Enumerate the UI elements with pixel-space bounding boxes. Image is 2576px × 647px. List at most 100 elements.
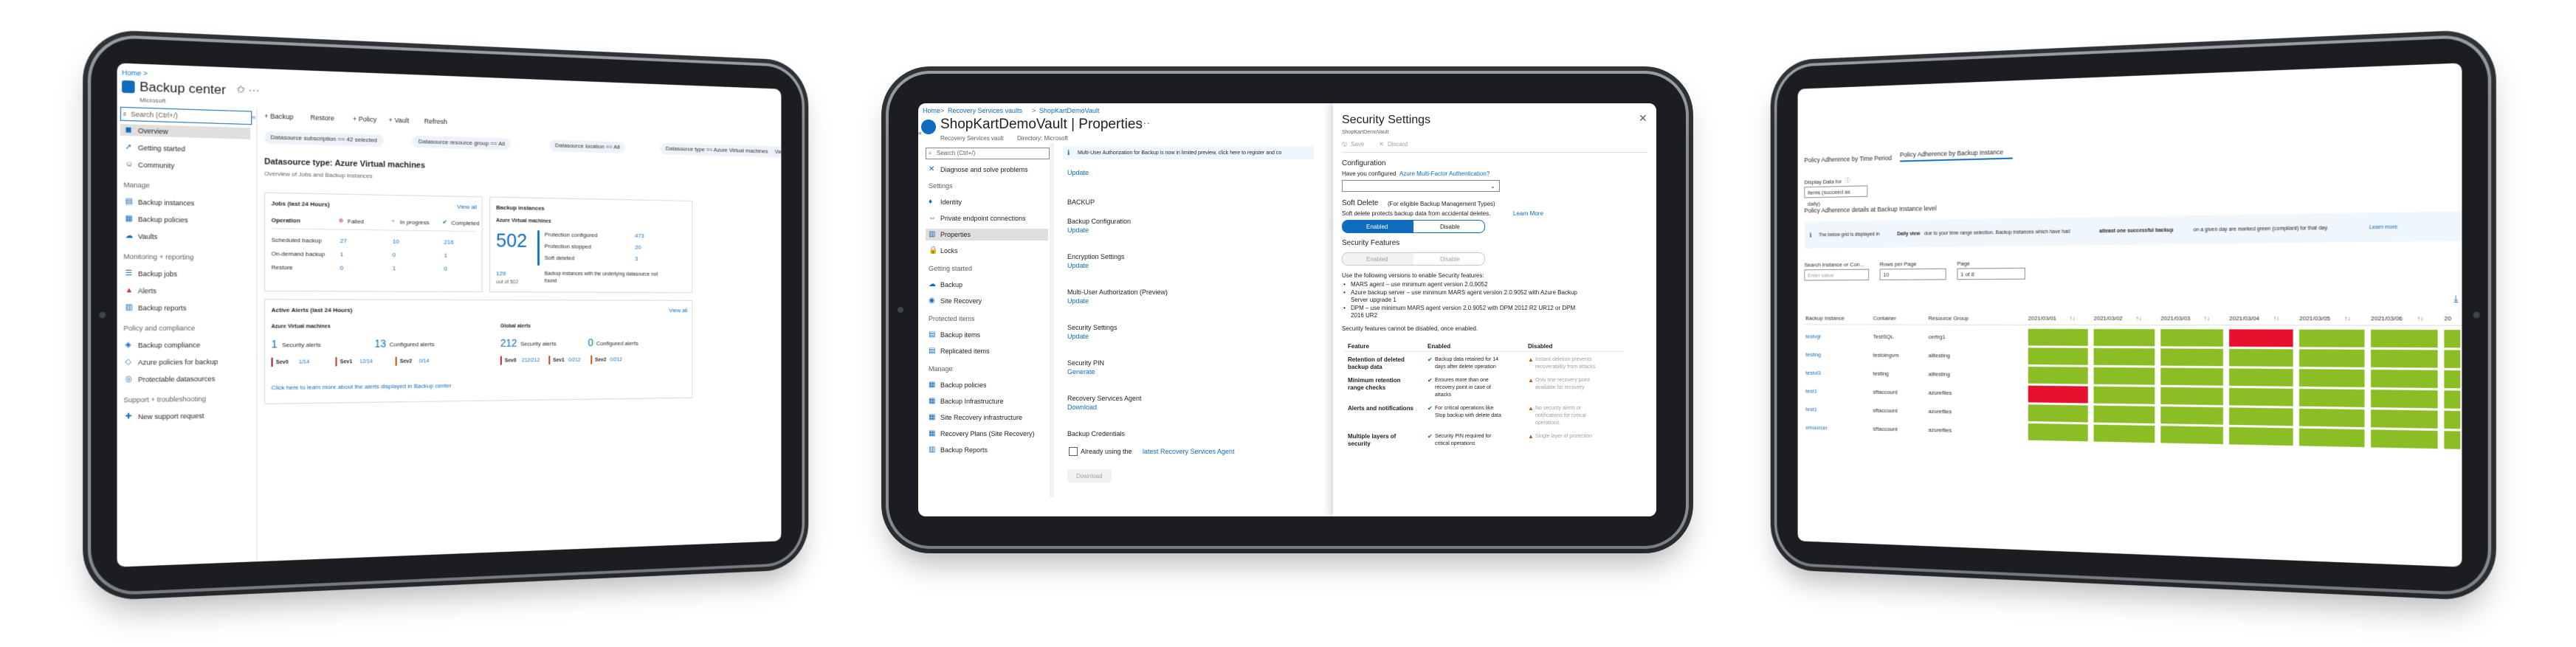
breadcrumb-home[interactable]: Home: [923, 106, 940, 115]
breadcrumb-vaults[interactable]: Recovery Services vaults: [948, 106, 1022, 115]
sev1-value[interactable]: 12/14: [359, 358, 373, 367]
prop-security-pin-generate[interactable]: Generate: [1067, 367, 1095, 376]
row-instance[interactable]: test1: [1805, 405, 1816, 414]
instances-value[interactable]: 20: [635, 243, 641, 252]
jobs-row-inprogress[interactable]: 0: [393, 251, 396, 260]
alerts-view-all[interactable]: View all: [669, 306, 687, 315]
compliance-cell-ok[interactable]: [2444, 410, 2461, 429]
toggle-disable-label[interactable]: Disable: [1440, 223, 1460, 232]
jobs-row-completed[interactable]: 216: [444, 238, 453, 247]
sidebar-item-vaults[interactable]: Vaults: [138, 232, 157, 241]
jobs-row-completed[interactable]: 1: [444, 252, 447, 260]
soft-delete-learn-more[interactable]: Learn More: [1513, 210, 1543, 218]
discard-button[interactable]: Discard: [1388, 140, 1408, 149]
sidebar-item-backup-reports[interactable]: Backup reports: [138, 303, 187, 313]
compliance-cell-ok[interactable]: [2093, 347, 2155, 366]
alerts-learn-more-link[interactable]: Click here to learn more about the alert…: [272, 381, 452, 392]
filter-datasource-type[interactable]: Datasource type == Azure Virtual machine…: [660, 142, 774, 158]
sidebar-item-alerts[interactable]: Alerts: [138, 286, 156, 296]
sidebar-item-backup-compliance[interactable]: Backup compliance: [138, 340, 200, 350]
compliance-cell-ok[interactable]: [2028, 423, 2088, 442]
pin-icon[interactable]: ✩ ···: [236, 83, 259, 96]
rows-per-page-dropdown[interactable]: 10: [1879, 268, 1946, 280]
sidebar-item-new-support-request[interactable]: New support request: [138, 411, 204, 421]
jobs-view-all[interactable]: View all: [457, 203, 477, 212]
compliance-cell-ok[interactable]: [2028, 404, 2088, 423]
compliance-cell-ok[interactable]: [2093, 386, 2155, 404]
compliance-cell-ok[interactable]: [2298, 408, 2365, 428]
close-icon[interactable]: ✕: [1639, 113, 1647, 123]
col-header-date[interactable]: 2021/03/02: [2094, 314, 2123, 323]
global-configured-alerts-count[interactable]: 0: [588, 336, 593, 348]
compliance-cell-ok[interactable]: [2298, 369, 2365, 387]
g-sev0-value[interactable]: 212/212: [522, 356, 540, 365]
compliance-cell-ok[interactable]: [2028, 367, 2088, 384]
jobs-row-failed[interactable]: 0: [340, 264, 344, 273]
compliance-cell-ok[interactable]: [2371, 409, 2438, 429]
jobs-row-inprogress[interactable]: 10: [393, 238, 399, 246]
sidebar-item-azure-policies[interactable]: Azure policies for backup: [138, 357, 218, 367]
compliance-cell-ok[interactable]: [2444, 350, 2461, 368]
save-button[interactable]: Save: [1351, 140, 1364, 149]
compliance-cell-ok[interactable]: [2093, 367, 2155, 385]
compliance-cell-ok[interactable]: [2229, 368, 2293, 387]
sidebar-item-backup-infrastructure[interactable]: Backup Infrastructure: [940, 397, 1004, 406]
sort-icon[interactable]: ↑↓: [2204, 314, 2210, 323]
prop-recovery-agent-download[interactable]: Download: [1067, 403, 1097, 412]
compliance-cell-ok[interactable]: [2371, 429, 2438, 449]
col-header-date[interactable]: 2021/03/01: [2028, 314, 2056, 323]
sidebar-item-getting-started[interactable]: Getting started: [138, 143, 185, 153]
compliance-cell-ok[interactable]: [2160, 348, 2223, 367]
g-sev1-value[interactable]: 0/212: [568, 356, 581, 365]
compliance-cell-ok[interactable]: [2160, 329, 2223, 347]
jobs-row-failed[interactable]: 1: [340, 250, 344, 259]
page-dropdown[interactable]: 1 of 8: [1957, 267, 2025, 280]
compliance-cell-ok[interactable]: [2160, 406, 2223, 425]
col-header-container[interactable]: Container: [1873, 314, 1897, 323]
toggle-disable-label[interactable]: Disable: [1440, 255, 1460, 264]
global-security-alerts-count[interactable]: 212: [500, 337, 517, 349]
compliance-cell-ok[interactable]: [2444, 370, 2461, 389]
instances-value[interactable]: 3: [635, 255, 638, 263]
tab-backup-instance[interactable]: Policy Adherence by Backup Instance: [1900, 148, 2003, 159]
col-header-date[interactable]: 20: [2444, 314, 2451, 324]
agent-checkbox[interactable]: [1069, 447, 1078, 456]
sidebar-item-overview[interactable]: Overview: [138, 126, 168, 136]
compliance-cell-ok[interactable]: [2093, 424, 2155, 443]
toolbar-restore[interactable]: Restore: [311, 113, 334, 122]
compliance-cell-ok[interactable]: [2229, 387, 2293, 406]
sidebar-item-backup-reports[interactable]: Backup Reports: [940, 446, 988, 454]
row-instance[interactable]: testvl3: [1805, 369, 1821, 378]
compliance-cell-ok[interactable]: [2371, 390, 2438, 409]
compliance-cell-ok[interactable]: [2371, 370, 2438, 389]
search-input[interactable]: Search (Ctrl+/) ⌕: [120, 106, 252, 125]
g-sev2-value[interactable]: 0/212: [610, 356, 622, 365]
prop-encryption-update[interactable]: Update: [1067, 261, 1089, 270]
compliance-cell-ok[interactable]: [2093, 405, 2155, 424]
col-header-date[interactable]: 2021/03/03: [2160, 314, 2190, 323]
instances-value[interactable]: 473: [635, 232, 644, 241]
row-instance[interactable]: testing: [1805, 350, 1821, 359]
sort-icon[interactable]: ↑↓: [2069, 314, 2075, 323]
row-instance[interactable]: testvgl: [1805, 333, 1821, 341]
toolbar-policy[interactable]: + Policy: [353, 114, 376, 124]
jobs-row-inprogress[interactable]: 1: [393, 264, 396, 273]
compliance-cell-ok[interactable]: [2444, 390, 2461, 409]
toolbar-backup[interactable]: + Backup: [264, 111, 293, 122]
sort-icon[interactable]: ↑↓: [2273, 314, 2279, 323]
info-banner[interactable]: ℹ Multi-User Authorization for Backup is…: [1063, 146, 1314, 159]
sidebar-item-sr-infrastructure[interactable]: Site Recovery infrastructure: [940, 413, 1022, 422]
sidebar-item-backup-policies[interactable]: Backup policies: [138, 215, 188, 225]
compliance-cell-ok[interactable]: [2229, 426, 2293, 446]
sidebar-item-backup-jobs[interactable]: Backup jobs: [138, 269, 177, 279]
col-header-resource-group[interactable]: Resource Group: [1929, 314, 1969, 323]
toolbar-vault[interactable]: + Vault: [389, 116, 410, 125]
compliance-cell-ok[interactable]: [2298, 428, 2365, 448]
sidebar-item-diagnose[interactable]: Diagnose and solve problems: [940, 165, 1028, 174]
display-data-dropdown[interactable]: Items (succeed as daily): [1804, 185, 1868, 207]
sidebar-item-backup[interactable]: Backup: [940, 280, 962, 289]
compliance-cell-ok[interactable]: [2160, 387, 2223, 406]
sort-icon[interactable]: ↑↓: [2136, 314, 2142, 323]
agent-link[interactable]: latest Recovery Services Agent: [1143, 447, 1235, 456]
sidebar-item-protectable-datasources[interactable]: Protectable datasources: [138, 374, 216, 384]
